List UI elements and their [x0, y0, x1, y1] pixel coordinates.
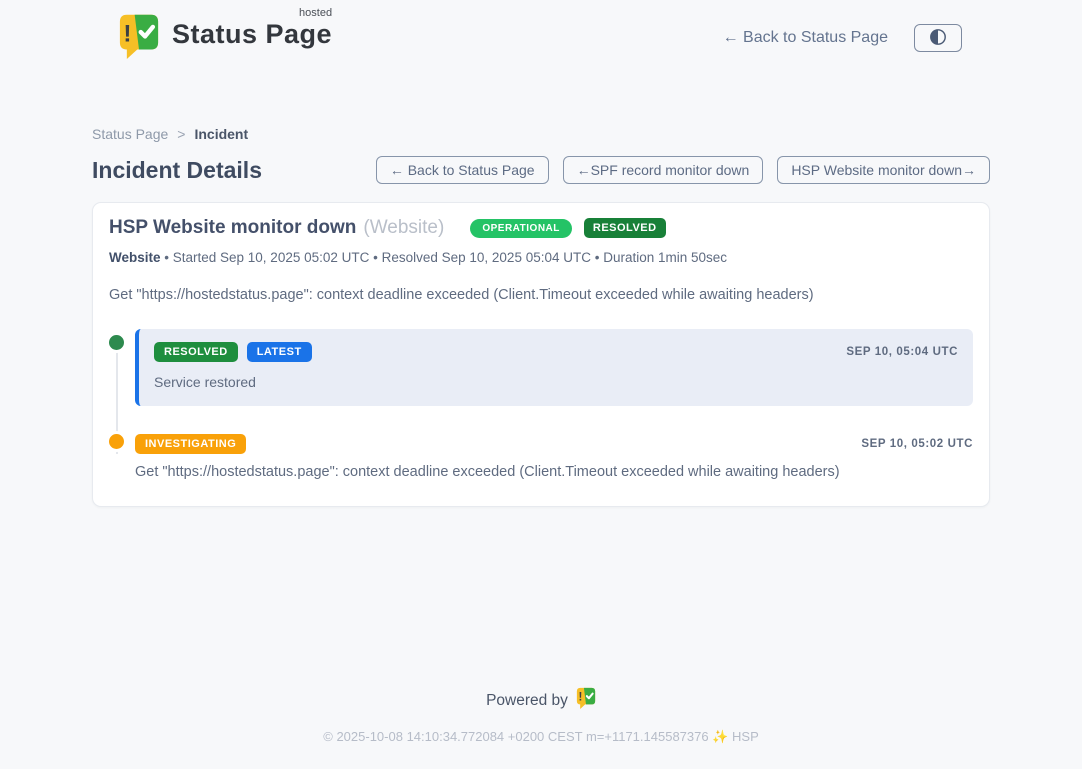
powered-by-label: Powered by — [486, 692, 568, 710]
incident-description: Get "https://hostedstatus.page": context… — [109, 287, 973, 303]
theme-toggle-button[interactable] — [914, 24, 962, 52]
timeline-timestamp: SEP 10, 05:02 UTC — [861, 438, 973, 450]
timeline-item-header: INVESTIGATING SEP 10, 05:02 UTC — [135, 434, 973, 454]
back-to-status-page-button[interactable]: ← Back to Status Page — [376, 156, 549, 184]
incident-meta-component: Website — [109, 250, 161, 265]
timeline-item-investigating: INVESTIGATING SEP 10, 05:02 UTC Get "htt… — [135, 434, 973, 480]
page-title: Incident Details — [92, 157, 262, 184]
timeline-badges: RESOLVED LATEST — [154, 342, 312, 362]
powered-by-link[interactable]: Powered by ! — [486, 687, 596, 714]
timeline-timestamp: SEP 10, 05:04 UTC — [846, 346, 958, 358]
incident-component: (Website) — [363, 217, 444, 239]
logo-wordmark: hosted Status Page — [172, 13, 332, 50]
incident-meta: Website • Started Sep 10, 2025 05:02 UTC… — [109, 250, 973, 265]
site-logo[interactable]: ! hosted Status Page — [118, 13, 332, 64]
copyright-text: © 2025-10-08 14:10:34.772084 +0200 CEST … — [92, 729, 990, 745]
timeline-badges: INVESTIGATING — [135, 434, 246, 454]
svg-text:!: ! — [578, 691, 582, 704]
incident-meta-details: • Started Sep 10, 2025 05:02 UTC • Resol… — [161, 250, 728, 265]
resolved-state-badge: RESOLVED — [584, 218, 666, 238]
timeline-message: Get "https://hostedstatus.page": context… — [135, 464, 973, 480]
timeline-investigating-badge: INVESTIGATING — [135, 434, 246, 454]
operational-status-badge: OPERATIONAL — [470, 219, 572, 238]
svg-text:!: ! — [123, 20, 131, 47]
timeline-latest-card: RESOLVED LATEST SEP 10, 05:04 UTC Servic… — [135, 329, 973, 406]
incident-timeline: RESOLVED LATEST SEP 10, 05:04 UTC Servic… — [109, 329, 973, 480]
contrast-icon — [929, 28, 947, 49]
incident-title: HSP Website monitor down — [109, 217, 356, 239]
breadcrumb: Status Page > Incident — [92, 126, 990, 142]
footer: Powered by ! © 2025-10-08 14:10:34.77208… — [92, 687, 990, 769]
timeline-message: Service restored — [154, 374, 958, 390]
timeline-plain-card: INVESTIGATING SEP 10, 05:02 UTC Get "htt… — [135, 434, 973, 480]
main-content: Status Page > Incident Incident Details … — [92, 76, 990, 769]
timeline-dot-orange — [109, 434, 124, 449]
timeline-dot-green — [109, 335, 124, 350]
header-actions: ← Back to Status Page — [723, 24, 962, 52]
incident-title-row: HSP Website monitor down (Website) OPERA… — [109, 217, 973, 239]
timeline-resolved-badge: RESOLVED — [154, 342, 238, 362]
breadcrumb-status-page[interactable]: Status Page — [92, 126, 168, 142]
breadcrumb-separator: > — [177, 126, 185, 142]
incident-nav-buttons: ← Back to Status Page ←SPF record monito… — [376, 156, 990, 184]
next-incident-button[interactable]: HSP Website monitor down→ — [777, 156, 990, 184]
logo-superscript: hosted — [299, 7, 332, 19]
incident-card: HSP Website monitor down (Website) OPERA… — [92, 202, 990, 507]
logo-brand-text: Status Page — [172, 19, 332, 49]
header-back-link[interactable]: ← Back to Status Page — [723, 29, 888, 47]
timeline-item-resolved: RESOLVED LATEST SEP 10, 05:04 UTC Servic… — [135, 329, 973, 406]
prev-incident-button[interactable]: ←SPF record monitor down — [563, 156, 764, 184]
timeline-latest-badge: LATEST — [247, 342, 312, 362]
logo-bubble-icon: ! — [118, 13, 160, 64]
timeline-item-header: RESOLVED LATEST SEP 10, 05:04 UTC — [154, 342, 958, 362]
header: ! hosted Status Page ← Back to Status Pa… — [0, 0, 1082, 76]
title-row: Incident Details ← Back to Status Page ←… — [92, 156, 990, 184]
footer-logo-icon: ! — [576, 687, 596, 714]
breadcrumb-incident: Incident — [194, 126, 248, 142]
